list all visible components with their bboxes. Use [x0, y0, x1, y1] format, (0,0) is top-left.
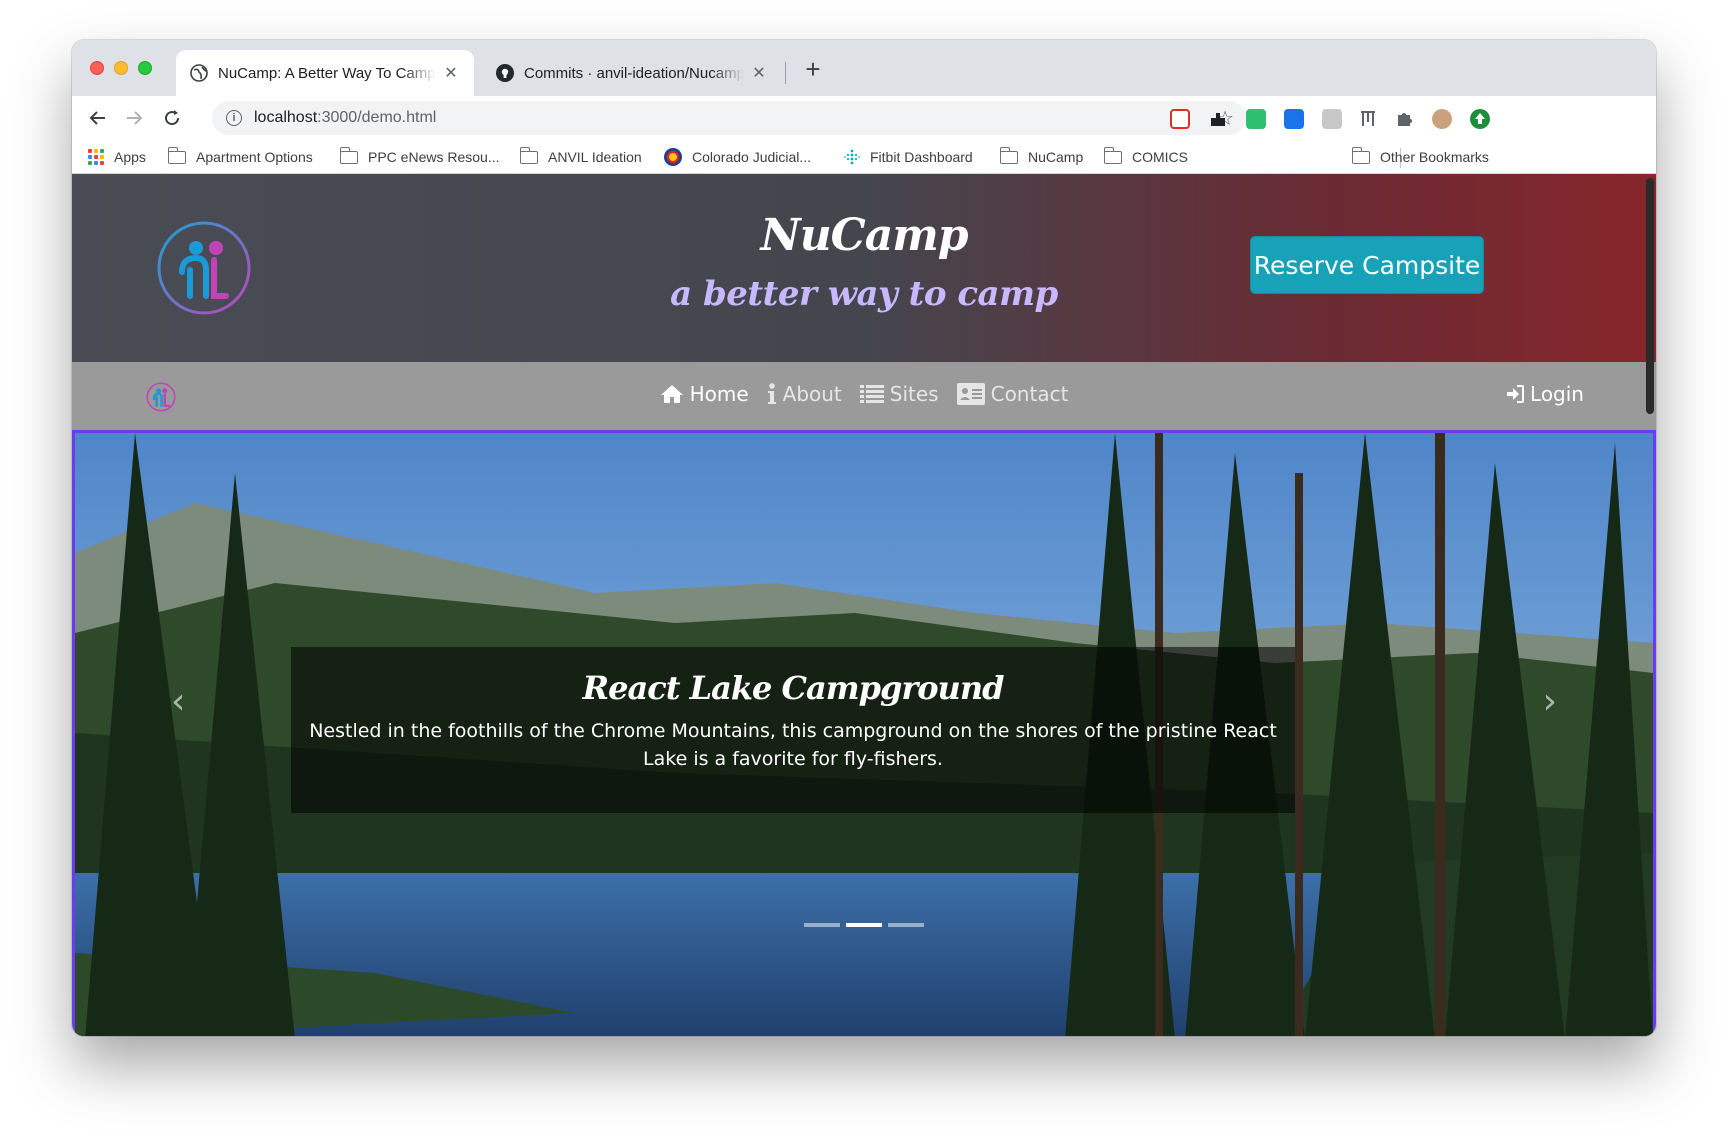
- github-icon: [496, 64, 514, 82]
- nav-home-label: Home: [689, 382, 749, 406]
- folder-icon: [1351, 146, 1370, 164]
- bookmark-label: ANVIL Ideation: [548, 149, 642, 165]
- carousel-indicators: [75, 923, 1653, 927]
- reserve-campsite-button[interactable]: Reserve Campsite: [1250, 236, 1484, 294]
- fitbit-icon: [844, 149, 860, 165]
- nav-sites-label: Sites: [889, 382, 939, 406]
- pattern-extension-icon[interactable]: [1358, 109, 1378, 129]
- bookmark-label: Apps: [114, 149, 146, 165]
- login-label: Login: [1530, 382, 1584, 406]
- carousel-caption: React Lake Campground Nestled in the foo…: [291, 647, 1295, 813]
- tab-title: NuCamp: A Better Way To Camp: [218, 64, 436, 82]
- bookmark-colorado-judicial[interactable]: Colorado Judicial...: [664, 146, 811, 168]
- new-tab-button[interactable]: +: [798, 54, 828, 85]
- mail-extension-icon[interactable]: [1284, 109, 1304, 129]
- apps-grid-icon: [88, 149, 104, 165]
- list-icon: [859, 384, 884, 404]
- update-icon[interactable]: [1470, 109, 1490, 129]
- bookmark-other-bookmarks[interactable]: Other Bookmarks: [1351, 146, 1489, 168]
- bookmark-anvil-ideation[interactable]: ANVIL Ideation: [519, 146, 642, 168]
- inbox-tray-extension-icon[interactable]: [1208, 109, 1228, 129]
- folder-icon: [167, 146, 186, 164]
- address-bar[interactable]: i localhost:3000/demo.html ☆: [212, 101, 1246, 135]
- bookmark-ppc-enews[interactable]: PPC eNews Resou...: [339, 146, 500, 168]
- bookmark-fitbit-dashboard[interactable]: Fitbit Dashboard: [844, 146, 973, 168]
- home-icon: [660, 384, 684, 404]
- bookmark-label: Other Bookmarks: [1380, 149, 1489, 165]
- login-link[interactable]: Login: [1506, 382, 1584, 406]
- tab-nucamp[interactable]: NuCamp: A Better Way To Camp ✕: [176, 50, 474, 96]
- bookmark-label: Fitbit Dashboard: [870, 149, 973, 165]
- bookmark-comics[interactable]: COMICS: [1103, 146, 1188, 168]
- address-card-icon: [956, 383, 985, 405]
- bookmark-apartment-options[interactable]: Apartment Options: [167, 146, 313, 168]
- tab-title: Commits · anvil-ideation/Nucamp: [524, 64, 744, 82]
- bookmarks-bar: Apps Apartment Options PPC eNews Resou..…: [72, 140, 1656, 174]
- close-tab-icon[interactable]: ✕: [750, 63, 768, 83]
- puzzle-extensions-icon[interactable]: [1394, 109, 1414, 129]
- maximize-window-button[interactable]: [138, 61, 152, 75]
- nav-sites[interactable]: Sites: [859, 382, 939, 406]
- calendar-extension-icon[interactable]: [1170, 109, 1190, 129]
- close-window-button[interactable]: [90, 61, 104, 75]
- tab-separator: [785, 62, 786, 84]
- folder-icon: [339, 146, 358, 164]
- nav-about[interactable]: About: [767, 382, 842, 406]
- browser-window: NuCamp: A Better Way To Camp ✕ Commits ·…: [72, 40, 1656, 1036]
- browser-titlebar: NuCamp: A Better Way To Camp ✕ Commits ·…: [72, 40, 1656, 96]
- globe-icon: [190, 64, 208, 82]
- carousel-prev-icon[interactable]: ‹: [171, 681, 185, 722]
- bookmark-apps[interactable]: Apps: [88, 146, 146, 168]
- close-tab-icon[interactable]: ✕: [442, 63, 460, 83]
- bookmark-label: Apartment Options: [196, 149, 313, 165]
- profile-avatar[interactable]: [1432, 109, 1452, 129]
- forward-arrow-icon[interactable]: [120, 104, 148, 132]
- carousel-indicator-active[interactable]: [846, 923, 882, 927]
- site-header: NuCamp a better way to camp Reserve Camp…: [72, 174, 1656, 362]
- carousel-caption-text: Nestled in the foothills of the Chrome M…: [309, 720, 1277, 770]
- bookmark-label: Colorado Judicial...: [692, 149, 812, 165]
- browser-toolbar: i localhost:3000/demo.html ☆: [72, 96, 1656, 140]
- url-path: :3000/demo.html: [317, 109, 437, 126]
- campground-carousel: React Lake Campground Nestled in the foo…: [72, 430, 1656, 1036]
- back-arrow-icon[interactable]: [84, 104, 112, 132]
- minimize-window-button[interactable]: [114, 61, 128, 75]
- colorado-icon: [664, 148, 682, 166]
- folder-icon: [519, 146, 538, 164]
- bookmark-label: NuCamp: [1028, 149, 1084, 165]
- grammar-extension-icon[interactable]: [1246, 109, 1266, 129]
- site-info-icon[interactable]: i: [226, 110, 242, 126]
- bookmark-nucamp[interactable]: NuCamp: [999, 146, 1084, 168]
- folder-icon: [1103, 146, 1122, 164]
- carousel-next-icon[interactable]: ›: [1543, 681, 1557, 722]
- tab-github-commits[interactable]: Commits · anvil-ideation/Nucamp ✕: [482, 50, 782, 96]
- nav-about-label: About: [782, 382, 842, 406]
- page-scrollbar[interactable]: [1646, 178, 1654, 414]
- nav-contact-label: Contact: [990, 382, 1069, 406]
- sign-in-icon: [1506, 385, 1525, 403]
- carousel-indicator[interactable]: [888, 923, 924, 927]
- url-host: localhost: [254, 109, 318, 126]
- info-icon: [767, 383, 777, 405]
- nav-contact[interactable]: Contact: [956, 382, 1069, 406]
- carousel-caption-title: React Lake Campground: [582, 669, 1005, 707]
- gray-extension-icon[interactable]: [1322, 109, 1342, 129]
- main-nav: Home About Sites Contact: [72, 382, 1656, 406]
- site-navbar: Home About Sites Contact Login: [72, 362, 1656, 430]
- folder-icon: [999, 146, 1018, 164]
- carousel-indicator[interactable]: [804, 923, 840, 927]
- bookmark-label: COMICS: [1132, 149, 1188, 165]
- web-page: NuCamp a better way to camp Reserve Camp…: [72, 174, 1656, 1036]
- nav-home[interactable]: Home: [660, 382, 749, 406]
- reload-icon[interactable]: [158, 104, 186, 132]
- bookmark-label: PPC eNews Resou...: [368, 149, 500, 165]
